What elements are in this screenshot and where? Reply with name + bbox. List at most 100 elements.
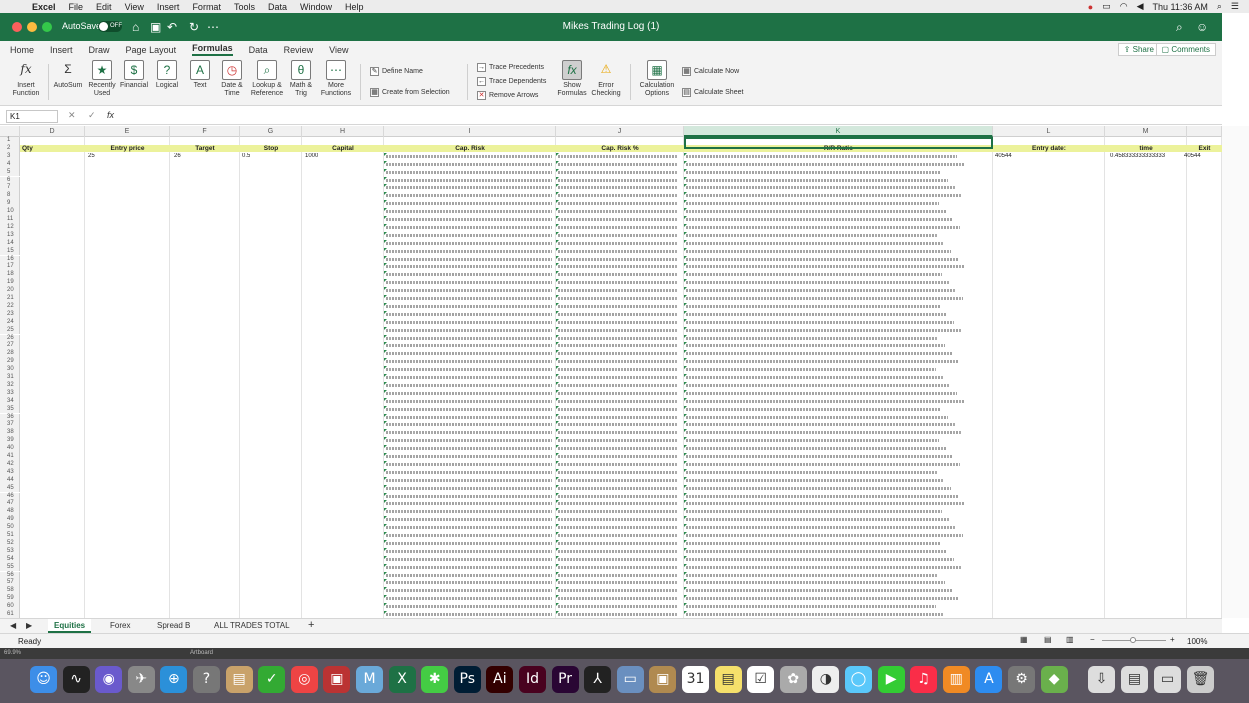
row-header[interactable]: 27 [0,342,20,351]
row-header[interactable]: 44 [0,476,20,485]
formula-text-cell[interactable] [386,376,552,379]
formula-text-cell[interactable] [558,336,678,340]
formula-text-cell[interactable] [558,557,678,561]
trash-icon[interactable]: 🗑 [1187,666,1214,693]
formula-text-cell[interactable] [386,368,552,372]
android-icon[interactable]: ◆ [1040,666,1068,693]
mail-icon[interactable]: M [356,666,383,693]
formula-text-cell[interactable] [558,320,678,324]
formula-text-cell[interactable] [558,502,678,506]
tab-draw[interactable]: Draw [89,45,110,55]
cancel-icon[interactable]: ✕ [68,110,76,121]
row-header[interactable]: 55 [0,563,20,572]
formula-text-cell[interactable] [386,549,552,553]
page-break-icon[interactable]: ▥ [1066,635,1074,644]
formula-text-cell[interactable] [386,170,552,174]
formula-text-cell[interactable] [558,597,678,601]
formula-text-cell[interactable] [558,170,678,174]
formula-text-cell[interactable] [386,202,552,206]
sheet-tab-all-trades-total[interactable]: ALL TRADES TOTAL [214,619,290,633]
row-header[interactable]: 3 [0,152,20,161]
tab-view[interactable]: View [329,45,348,55]
formula-text-cell[interactable] [686,352,952,356]
formula-text-cell[interactable] [686,368,936,372]
formula-text-cell[interactable] [686,336,938,340]
acrobat-icon[interactable]: ⅄ [584,666,612,693]
formula-text-cell[interactable] [686,605,936,609]
formula-text-cell[interactable] [558,162,678,166]
calculate-now-button[interactable]: ▦ Calculate Now [682,67,739,76]
row-header[interactable]: 51 [0,532,20,540]
menu-edit[interactable]: Edit [96,2,112,12]
formula-text-cell[interactable] [386,297,552,300]
formula-text-cell[interactable] [686,178,948,182]
formula-text-cell[interactable] [386,534,552,537]
cell-l3[interactable]: 40544 [995,153,1012,160]
formula-text-cell[interactable] [686,391,957,395]
calculate-sheet-button[interactable]: ▤ Calculate Sheet [682,88,743,97]
autosum-button[interactable]: Σ AutoSum [52,60,84,90]
illustrator-icon[interactable]: Ai [486,666,514,693]
formula-text-cell[interactable] [686,241,944,245]
formula-text-cell[interactable] [386,241,552,245]
row-header[interactable]: 36 [0,413,20,422]
formula-text-cell[interactable] [686,170,941,174]
tab-formulas[interactable]: Formulas [192,43,233,56]
formula-text-cell[interactable] [386,383,552,387]
folder-icon[interactable]: ▭ [1154,666,1181,693]
header-cell-g[interactable]: Stop [240,144,302,152]
column-header-d[interactable]: D [20,126,85,137]
tab-insert[interactable]: Insert [50,45,73,55]
formula-text-cell[interactable] [686,281,949,285]
preview-icon[interactable]: ▭ [616,666,644,693]
cell-f3[interactable]: 26 [174,153,181,160]
header-cell-f[interactable]: Target [170,144,240,152]
row-header[interactable]: 9 [0,200,20,209]
formula-text-cell[interactable] [686,304,940,308]
formula-text-cell[interactable] [558,605,678,609]
row-header[interactable]: 40 [0,445,20,453]
formula-text-cell[interactable] [386,265,552,269]
formula-text-cell[interactable] [558,399,678,403]
row-header[interactable]: 17 [0,263,20,272]
formula-text-cell[interactable] [558,447,678,451]
formula-text-cell[interactable] [686,478,944,482]
row-header[interactable]: 57 [0,579,20,588]
formula-text-cell[interactable] [686,399,964,403]
row-header[interactable]: 46 [0,492,20,501]
formula-text-cell[interactable] [386,225,552,229]
formula-text-cell[interactable] [558,423,678,427]
formula-text-cell[interactable] [386,312,552,316]
column-header-g[interactable]: G [240,126,302,137]
row-header[interactable]: 38 [0,429,20,438]
volume-icon[interactable]: ◀ [1137,1,1144,12]
header-cell-d[interactable]: Qty [20,144,85,152]
books-icon[interactable]: ▥ [942,666,970,693]
spotlight-icon[interactable]: ⌕ [1217,1,1222,12]
cell-m3[interactable]: 0.458333333333333 [1110,153,1165,160]
formula-text-cell[interactable] [386,415,552,419]
formula-text-cell[interactable] [686,510,942,514]
fx-icon[interactable]: fx [107,110,114,120]
row-header[interactable]: 24 [0,318,20,327]
column-header-h[interactable]: H [302,126,384,137]
formula-text-cell[interactable] [558,573,678,577]
row-header[interactable]: 26 [0,334,20,343]
formula-text-cell[interactable] [386,541,552,545]
formula-text-cell[interactable] [686,486,951,490]
formula-text-cell[interactable] [686,494,958,498]
formula-text-cell[interactable] [558,186,678,190]
formula-text-cell[interactable] [558,439,678,443]
row-header[interactable]: 20 [0,287,20,295]
formula-text-cell[interactable] [558,297,678,300]
formula-text-cell[interactable] [686,518,949,522]
formula-text-cell[interactable] [558,273,678,277]
formula-text-cell[interactable] [558,565,678,569]
photoshop-icon[interactable]: Ps [453,666,481,693]
formula-text-cell[interactable] [686,565,961,569]
formula-text-cell[interactable] [686,257,958,261]
formula-text-cell[interactable] [558,304,678,308]
cell-n3[interactable]: 40544 [1184,153,1201,160]
zoom-slider-thumb[interactable] [1130,637,1136,643]
column-header-e[interactable]: E [85,126,170,137]
